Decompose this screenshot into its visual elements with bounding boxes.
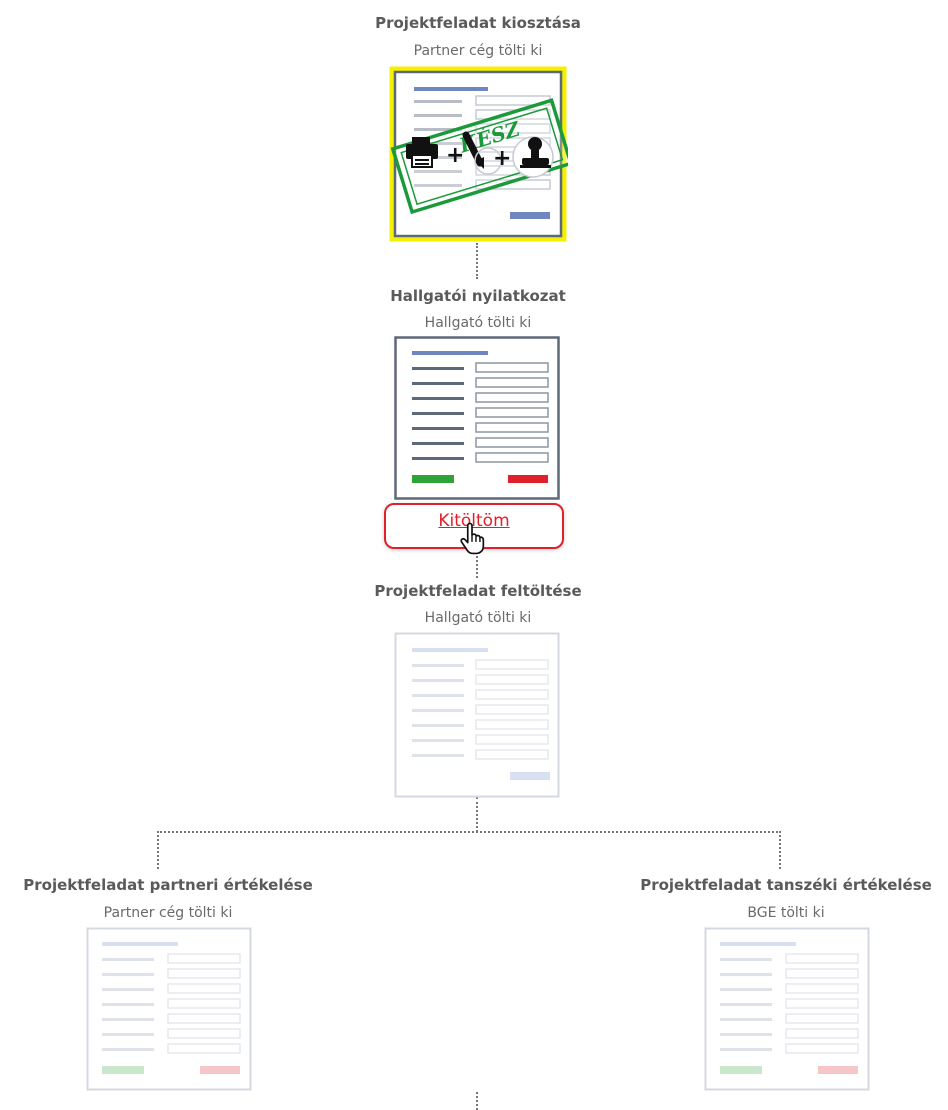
document-page: [704, 927, 870, 1091]
node-title: Projektfeladat tanszéki értékelése: [640, 876, 932, 894]
document-thumbnail-pending: [394, 632, 560, 798]
node-title: Hallgatói nyilatkozat: [390, 287, 566, 305]
node-subtitle: Partner cég tölti ki: [413, 43, 543, 59]
node-title: Projektfeladat feltöltése: [374, 582, 582, 600]
node-title: Projektfeladat partneri értékelése: [23, 876, 313, 894]
node-subtitle: Partner cég tölti ki: [103, 905, 233, 921]
document-page: [86, 927, 252, 1091]
document-page: [394, 336, 560, 500]
node-subtitle: BGE tölti ki: [747, 905, 825, 921]
connector: [157, 831, 781, 833]
connector: [779, 831, 781, 869]
reject-bar: [818, 1066, 858, 1074]
document-thumbnail-pending: [704, 927, 870, 1091]
connector: [157, 831, 159, 869]
connector: [476, 797, 478, 832]
node-title: Projektfeladat kiosztása: [375, 14, 581, 32]
stamp-icon: [512, 136, 554, 178]
document-thumbnail-done[interactable]: KÉSZ + +: [388, 65, 568, 243]
reject-bar: [508, 475, 548, 483]
document-thumbnail-pending: [86, 927, 252, 1091]
connector: [476, 1092, 478, 1110]
svg-text:+: +: [446, 143, 464, 168]
accept-bar: [720, 1066, 762, 1074]
svg-text:+: +: [493, 146, 511, 171]
document-thumbnail-active[interactable]: [394, 336, 560, 500]
reject-bar: [200, 1066, 240, 1074]
node-subtitle: Hallgató tölti ki: [424, 315, 532, 331]
accept-bar: [102, 1066, 144, 1074]
hand-cursor-icon: [460, 522, 485, 555]
node-subtitle: Hallgató tölti ki: [424, 610, 532, 626]
connector: [476, 243, 478, 279]
accept-bar: [412, 475, 454, 483]
